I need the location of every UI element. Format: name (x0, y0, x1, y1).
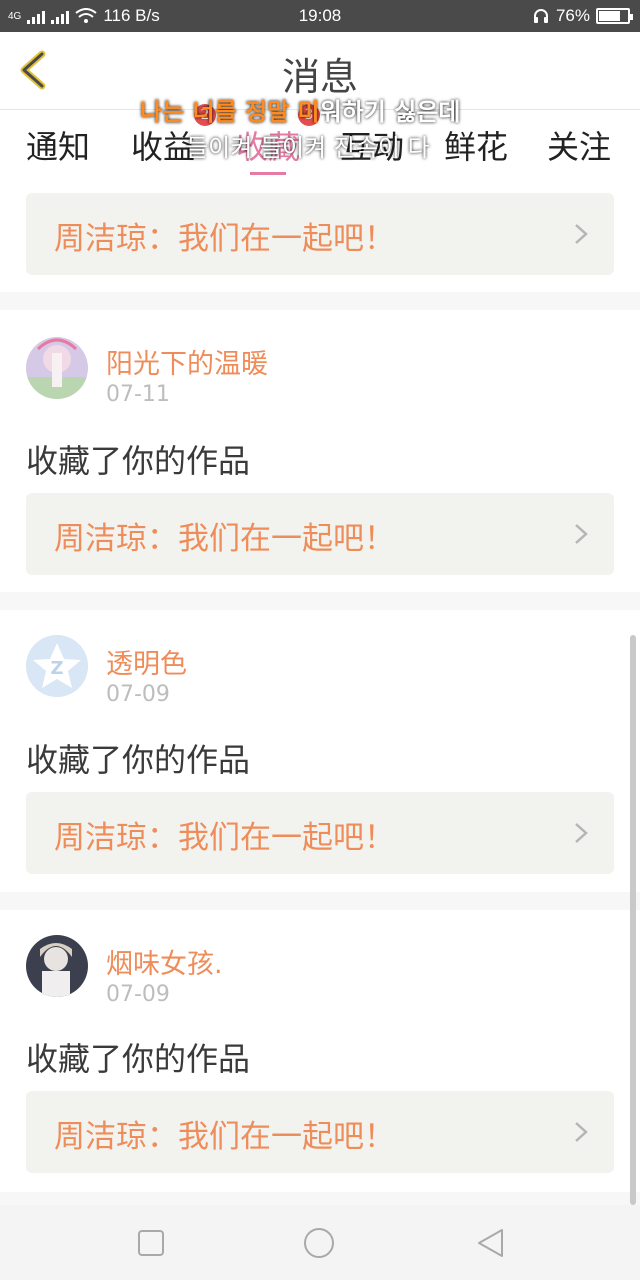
battery-percent: 76% (555, 6, 590, 25)
user-name[interactable]: 透明色 (106, 642, 187, 681)
chevron-right-icon (575, 524, 588, 544)
recent-apps-icon[interactable] (135, 1227, 167, 1259)
tab-earnings[interactable]: 收益 (131, 122, 195, 168)
action-text: 收藏了你的作品 (26, 1040, 251, 1078)
header: 消息 (0, 32, 640, 110)
back-icon[interactable] (475, 1227, 507, 1259)
work-title: 周洁琼：我们在一起吧！ (54, 820, 395, 856)
work-link[interactable]: 周洁琼：我们在一起吧！ (26, 1091, 614, 1173)
list-item: 阳光下的温暖 07-11 收藏了你的作品 周洁琼：我们在一起吧！ (0, 310, 640, 592)
avatar[interactable] (26, 935, 88, 997)
tab-favorites[interactable]: 收藏 (236, 122, 300, 168)
svg-text:Z: Z (50, 658, 63, 679)
list-item: 烟味女孩. 07-09 收藏了你的作品 周洁琼：我们在一起吧！ (0, 910, 640, 1192)
action-text: 收藏了你的作品 (26, 741, 251, 779)
work-link[interactable]: 周洁琼：我们在一起吧！ (26, 493, 614, 575)
tab-notice[interactable]: 通知 (26, 122, 90, 168)
avatar[interactable]: Z (26, 635, 88, 697)
tab-bar: 通知 收益 2 收藏 3 互动 鲜花 关注 (0, 104, 640, 184)
list-item: Z 透明色 07-09 收藏了你的作品 周洁琼：我们在一起吧！ (0, 610, 640, 892)
tab-interact[interactable]: 互动 (340, 122, 404, 168)
work-link[interactable]: 周洁琼：我们在一起吧！ (26, 792, 614, 874)
tab-earnings-badge: 2 (194, 104, 216, 126)
headphones-icon (533, 9, 548, 23)
tab-flowers[interactable]: 鲜花 (444, 122, 508, 168)
page-title: 消息 (281, 55, 358, 99)
chevron-right-icon (575, 823, 588, 843)
scrollbar[interactable] (630, 635, 636, 1205)
work-title: 周洁琼：我们在一起吧！ (54, 521, 395, 557)
home-icon[interactable] (303, 1227, 335, 1259)
action-text: 收藏了你的作品 (26, 442, 251, 480)
work-title: 周洁琼：我们在一起吧！ (54, 1119, 395, 1155)
chevron-right-icon (575, 224, 588, 244)
chevron-right-icon (575, 1122, 588, 1142)
list-item: 周洁琼：我们在一起吧！ (0, 184, 640, 292)
work-link[interactable]: 周洁琼：我们在一起吧！ (26, 193, 614, 275)
system-nav-bar (0, 1205, 640, 1280)
active-tab-indicator (250, 172, 286, 175)
date: 07-09 (106, 682, 170, 707)
tab-follow[interactable]: 关注 (547, 122, 611, 168)
date: 07-11 (106, 382, 170, 407)
tab-favorites-badge: 3 (298, 104, 320, 126)
date: 07-09 (106, 982, 170, 1007)
status-bar: 4G 116 B/s 19:08 76% (0, 0, 640, 32)
user-name[interactable]: 阳光下的温暖 (106, 342, 268, 381)
user-name[interactable]: 烟味女孩. (106, 942, 223, 981)
battery-icon (596, 8, 633, 24)
work-title: 周洁琼：我们在一起吧！ (54, 221, 395, 257)
avatar[interactable] (26, 337, 88, 399)
